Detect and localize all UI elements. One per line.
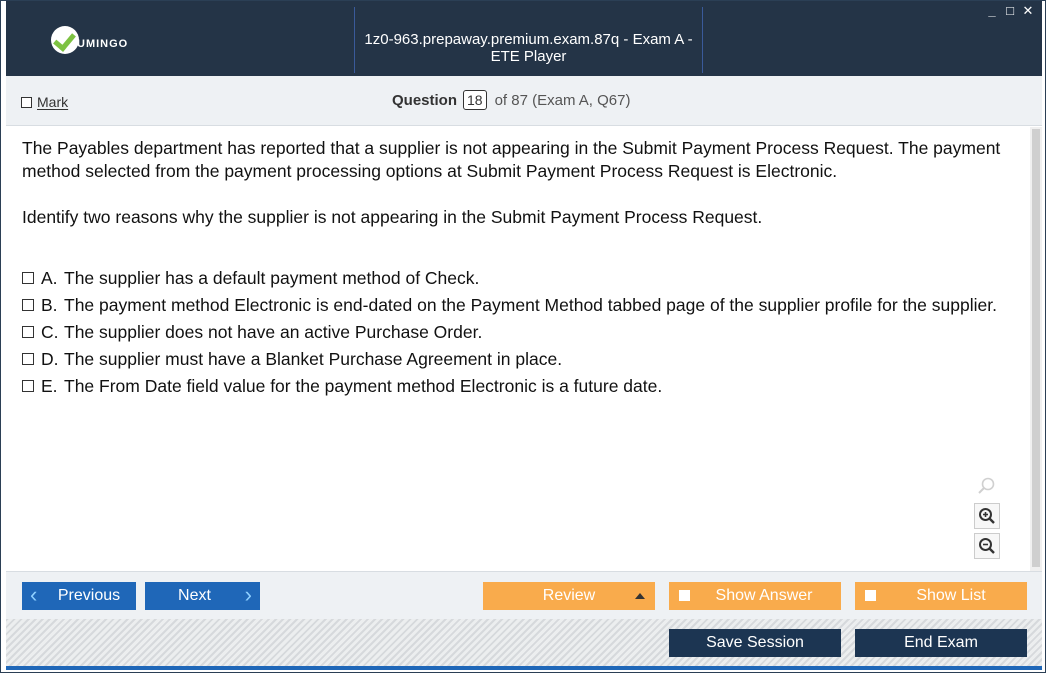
answer-option-a[interactable]: A. The supplier has a default payment me…: [22, 267, 1022, 290]
option-text: The supplier has a default payment metho…: [64, 268, 480, 288]
window-controls: _ □ ✕: [986, 3, 1034, 19]
option-text: The payment method Electronic is end-dat…: [64, 295, 997, 315]
show-answer-label: Show Answer: [715, 587, 813, 604]
save-session-button[interactable]: Save Session: [669, 629, 841, 657]
show-list-label: Show List: [916, 587, 986, 604]
option-checkbox[interactable]: [22, 272, 34, 284]
question-number-indicator: Question 18 of 87 (Exam A, Q67): [392, 90, 631, 110]
minimize-icon[interactable]: _: [986, 3, 998, 19]
mark-label[interactable]: Mark: [37, 94, 68, 110]
question-number-input[interactable]: 18: [463, 90, 487, 110]
show-list-button[interactable]: Show List: [855, 582, 1027, 610]
option-checkbox[interactable]: [22, 353, 34, 365]
answer-options: A. The supplier has a default payment me…: [22, 267, 1022, 402]
window-title: 1z0-963.prepaway.premium.exam.87q - Exam…: [364, 31, 693, 65]
review-button[interactable]: Review: [483, 582, 655, 610]
logo-text: UMINGO: [77, 38, 129, 50]
chevron-right-icon: ›: [244, 582, 252, 607]
mark-checkbox-box[interactable]: [21, 96, 32, 108]
search-icon[interactable]: [974, 473, 1000, 499]
save-session-label: Save Session: [706, 634, 804, 651]
option-text: The supplier does not have an active Pur…: [64, 322, 483, 342]
end-exam-button[interactable]: End Exam: [855, 629, 1027, 657]
review-label: Review: [542, 587, 596, 604]
end-exam-label: End Exam: [904, 634, 978, 651]
zoom-in-icon[interactable]: [974, 503, 1000, 529]
answer-option-c[interactable]: C. The supplier does not have an active …: [22, 321, 1022, 344]
close-icon[interactable]: ✕: [1022, 3, 1034, 19]
show-answer-button[interactable]: Show Answer: [669, 582, 841, 610]
question-header: Mark Question 18 of 87 (Exam A, Q67): [6, 76, 1042, 126]
option-checkbox[interactable]: [22, 326, 34, 338]
option-letter: D.: [41, 349, 59, 369]
title-bar: UMINGO 1z0-963.prepaway.premium.exam.87q…: [6, 1, 1042, 76]
window-bottom-edge: [6, 666, 1042, 670]
zoom-out-icon[interactable]: [974, 533, 1000, 559]
check-logo-icon: [51, 26, 79, 54]
question-total: of 87 (Exam A, Q67): [494, 91, 631, 109]
option-checkbox[interactable]: [22, 380, 34, 392]
question-content: The Payables department has reported tha…: [6, 127, 1030, 571]
question-text: The Payables department has reported tha…: [22, 137, 1022, 252]
option-letter: B.: [41, 295, 58, 315]
show-answer-checkbox[interactable]: [679, 590, 690, 601]
option-text: The supplier must have a Blanket Purchas…: [64, 349, 563, 369]
option-letter: C.: [41, 322, 59, 342]
question-paragraph: The Payables department has reported tha…: [22, 138, 1001, 181]
maximize-icon[interactable]: □: [1004, 3, 1016, 19]
next-button[interactable]: Next ›: [145, 582, 260, 610]
title-divider: [702, 7, 703, 73]
navigation-bar: ‹ Previous Next › Review Show Answer Sho…: [6, 571, 1042, 619]
show-list-checkbox[interactable]: [865, 590, 876, 601]
question-paragraph: Identify two reasons why the supplier is…: [22, 207, 763, 227]
ete-player-window: UMINGO 1z0-963.prepaway.premium.exam.87q…: [0, 0, 1046, 673]
answer-option-e[interactable]: E. The From Date field value for the pay…: [22, 375, 1022, 398]
mark-checkbox[interactable]: Mark: [21, 94, 68, 110]
question-label: Question: [392, 91, 458, 109]
app-logo: UMINGO: [51, 25, 128, 55]
chevron-left-icon: ‹: [30, 582, 38, 607]
option-text: The From Date field value for the paymen…: [64, 376, 663, 396]
bottom-bar: Save Session End Exam: [6, 619, 1042, 666]
answer-option-d[interactable]: D. The supplier must have a Blanket Purc…: [22, 348, 1022, 371]
option-checkbox[interactable]: [22, 299, 34, 311]
answer-option-b[interactable]: B. The payment method Electronic is end-…: [22, 294, 1022, 317]
previous-label: Previous: [57, 587, 121, 604]
option-letter: A.: [41, 268, 58, 288]
triangle-up-icon: [635, 593, 645, 599]
previous-button[interactable]: ‹ Previous: [22, 582, 136, 610]
zoom-controls: [972, 473, 1002, 563]
option-letter: E.: [41, 376, 58, 396]
next-label: Next: [178, 587, 211, 604]
scrollbar-thumb[interactable]: [1032, 129, 1040, 567]
vertical-scrollbar[interactable]: [1030, 127, 1042, 571]
